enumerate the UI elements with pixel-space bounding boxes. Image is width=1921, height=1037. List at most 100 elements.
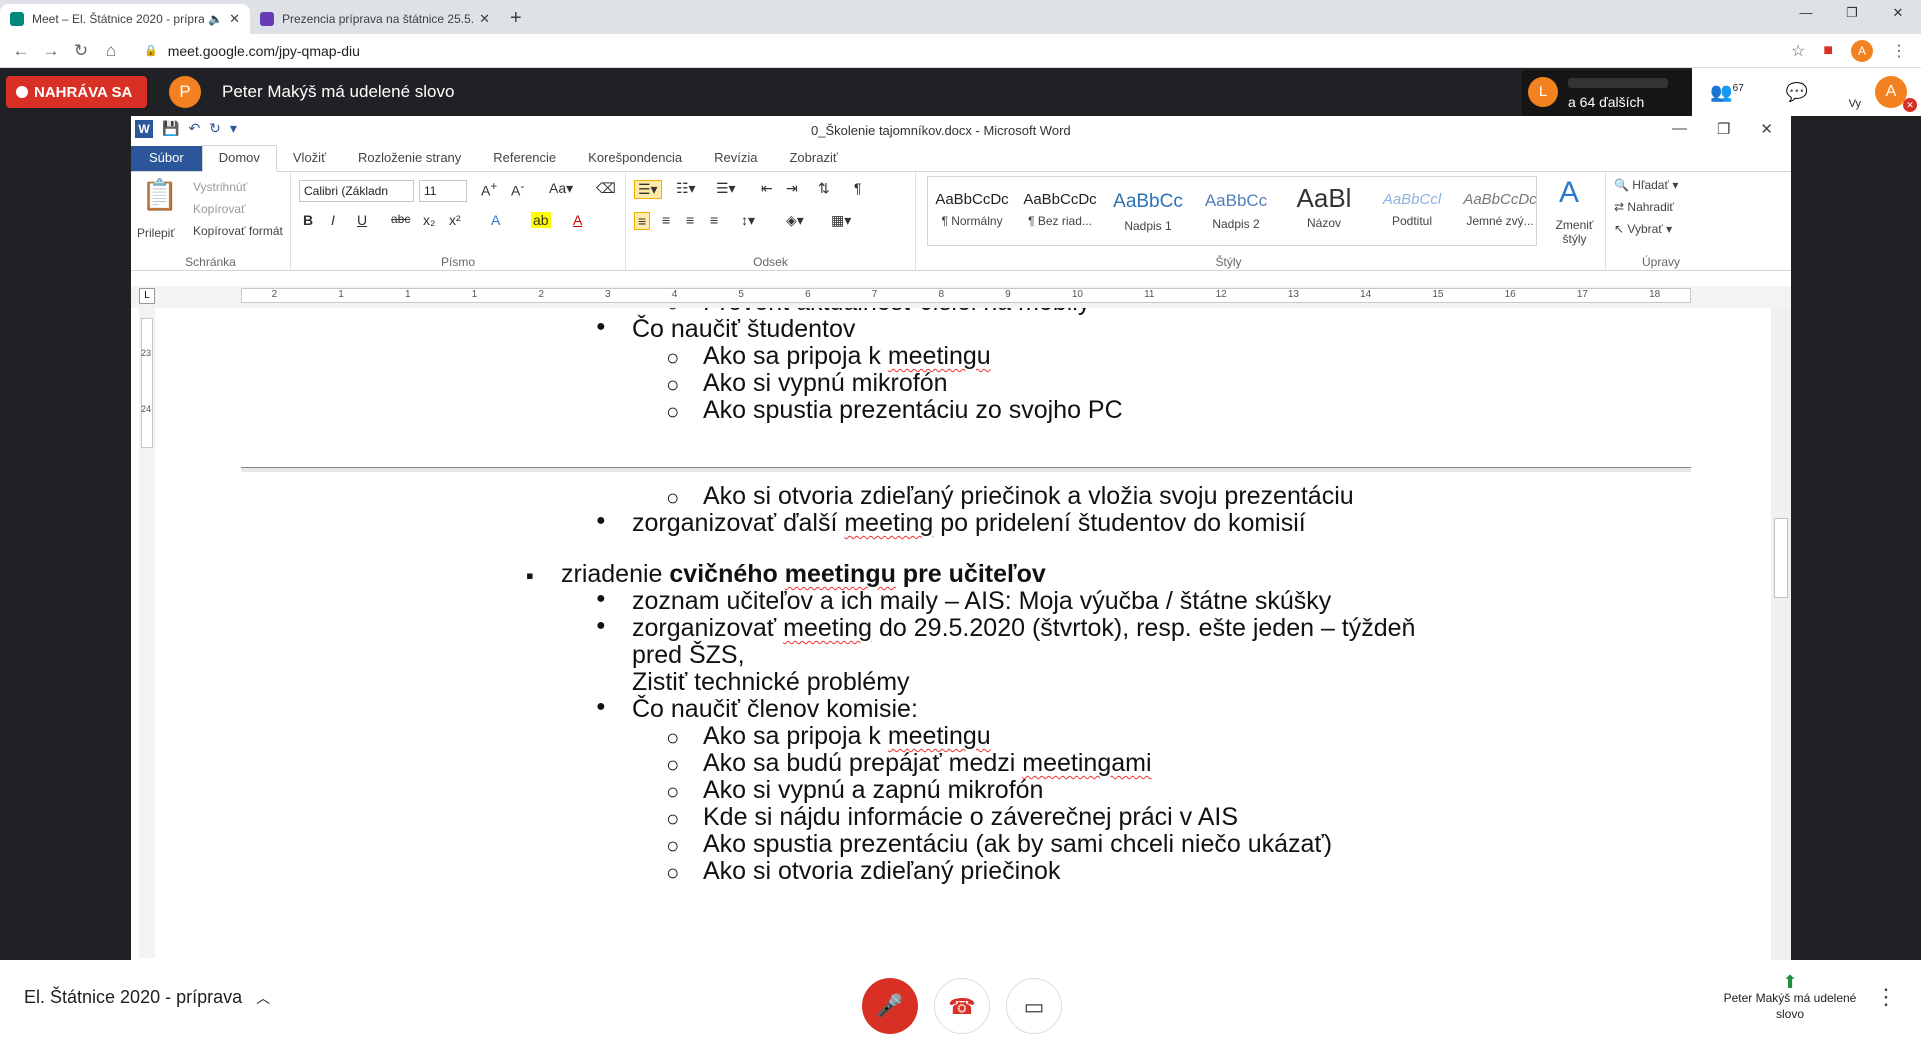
bullets-icon[interactable]: ☰▾ [634,180,662,199]
meeting-details-button[interactable]: El. Štátnice 2020 - príprava ︿ [24,987,270,1008]
close-tab-icon[interactable]: ✕ [229,11,240,27]
list-item[interactable]: Ako si otvoria zdieľaný priečinok [703,857,1060,886]
select-button[interactable]: ↖ Vybrať ▾ [1614,222,1672,236]
hang-up-button[interactable]: ☎ [934,978,990,1034]
style-subtle-emphasis[interactable]: AaBbCcDc Jemné zvý... [1456,177,1544,245]
extension-icon[interactable]: ■ [1823,42,1833,60]
document-page[interactable]: ○Prevent aktuálnosť čísiel na mobily●Čo … [241,308,1691,467]
shrink-font-icon[interactable]: A- [511,180,524,199]
replace-button[interactable]: ⇄ Nahradiť [1614,200,1674,214]
list-item[interactable]: Ako spustia prezentáciu (ak by sami chce… [703,830,1332,859]
borders-icon[interactable]: ▦▾ [831,212,851,229]
style-heading-1[interactable]: AaBbCc Nadpis 1 [1104,177,1192,245]
change-styles-button[interactable]: Zmeniť štýly [1547,218,1602,246]
tab-view[interactable]: Zobraziť [773,146,853,171]
other-participants-tile[interactable]: L a 64 ďalších [1522,70,1692,116]
text-effects-icon[interactable]: A [491,212,500,228]
tab-review[interactable]: Revízia [698,146,773,171]
undo-icon[interactable]: ↶ [188,120,200,138]
list-item[interactable]: zorganizovať ďalší meeting po pridelení … [632,509,1306,538]
back-icon[interactable]: ← [6,41,36,61]
word-restore-icon[interactable]: ❐ [1717,120,1730,138]
list-item[interactable]: Ako sa pripoja k meetingu [703,342,991,371]
show-marks-icon[interactable]: ¶ [854,180,862,196]
browser-tab-forms[interactable]: Prezencia príprava na štátnice 25.5. ✕ [250,4,500,34]
cut-button[interactable]: Vystrihnúť [193,180,247,194]
tab-mailings[interactable]: Korešpondencia [572,146,698,171]
style-normal[interactable]: AaBbCcDc ¶ Normálny [928,177,1016,245]
camera-button[interactable]: ▭ [1006,978,1062,1034]
list-item[interactable]: pred ŠZS, [632,641,745,670]
tab-references[interactable]: Referencie [477,146,572,171]
chat-button[interactable]: 💬 [1762,82,1832,103]
document-area[interactable]: ○Prevent aktuálnosť čísiel na mobily●Čo … [241,308,1691,960]
vertical-scrollbar[interactable] [1771,308,1791,960]
restore-icon[interactable]: ❐ [1829,0,1875,28]
shading-icon[interactable]: ◈▾ [786,212,804,229]
tab-file[interactable]: Súbor [131,146,202,171]
list-item[interactable]: Ako sa pripoja k meetingu [703,722,991,751]
word-minimize-icon[interactable]: — [1672,120,1687,138]
style-heading-2[interactable]: AaBbCc Nadpis 2 [1192,177,1280,245]
style-no-spacing[interactable]: AaBbCcDc ¶ Bez riad... [1016,177,1104,245]
tab-page-layout[interactable]: Rozloženie strany [342,146,477,171]
more-options-icon[interactable]: ⋮ [1875,984,1897,1010]
new-tab-button[interactable]: + [500,4,532,34]
align-right-icon[interactable]: ≡ [686,212,694,228]
strikethrough-icon[interactable]: abc [391,212,410,226]
document-page[interactable]: ○ Ako si otvoria zdieľaný priečinok a vlo… [241,472,1691,960]
decrease-indent-icon[interactable]: ⇤ [761,180,773,197]
redo-icon[interactable]: ↻ [209,120,221,138]
browser-tab-meet[interactable]: Meet – El. Štátnice 2020 - príprava 🔈 ✕ [0,4,250,34]
forward-icon[interactable]: → [36,41,66,61]
sort-icon[interactable]: ⇅ [818,180,830,197]
multilevel-list-icon[interactable]: ☰▾ [716,180,736,197]
customize-qat-icon[interactable]: ▾ [230,120,237,138]
scrollbar-thumb[interactable] [1774,518,1788,598]
mic-off-button[interactable]: 🎤 [862,978,918,1034]
minimize-icon[interactable]: — [1783,0,1829,28]
list-item[interactable]: Ako spustia prezentáciu zo svojho PC [703,396,1123,425]
change-styles-icon[interactable]: A [1559,176,1579,210]
font-color-icon[interactable]: A [573,212,582,228]
list-item[interactable]: Ako si vypnú mikrofón [703,369,948,398]
grow-font-icon[interactable]: A+ [481,180,497,199]
list-item[interactable]: Čo naučiť členov komisie: [632,695,918,724]
italic-icon[interactable]: I [331,212,335,228]
paste-icon[interactable]: 📋 [141,178,178,213]
list-item[interactable]: zriadenie cvičného meetingu pre učiteľov [561,560,1046,589]
list-item[interactable]: zoznam učiteľov a ich maily – AIS: Moja … [632,587,1331,616]
format-painter-button[interactable]: Kopírovať formát [193,224,283,238]
underline-icon[interactable]: U [357,212,367,228]
font-name-field[interactable]: Calibri (Základn [299,180,414,202]
browser-menu-icon[interactable]: ⋮ [1891,41,1907,61]
subscript-icon[interactable]: x₂ [423,212,435,228]
paste-button[interactable]: Prilepiť [137,226,175,240]
profile-avatar[interactable]: A [1851,39,1873,62]
superscript-icon[interactable]: x² [449,212,461,228]
home-icon[interactable]: ⌂ [96,41,126,61]
close-tab-icon[interactable]: ✕ [479,11,490,27]
list-item[interactable]: Zistiť technické problémy [632,668,910,697]
align-left-icon[interactable]: ≡ [634,212,651,230]
bold-icon[interactable]: B [303,212,313,228]
tab-home[interactable]: Domov [201,145,277,172]
bookmark-star-icon[interactable]: ☆ [1791,41,1805,61]
word-close-icon[interactable]: ✕ [1760,120,1773,138]
list-item[interactable]: Kde si nájdu informácie o záverečnej prá… [703,803,1238,832]
tab-selector-icon[interactable]: L [139,288,155,304]
numbering-icon[interactable]: ☷▾ [676,180,696,197]
justify-icon[interactable]: ≡ [710,212,718,228]
url-field[interactable]: 🔒 meet.google.com/jpy-qmap-diu [144,43,1791,59]
find-button[interactable]: 🔍 Hľadať ▾ [1614,178,1678,192]
font-size-field[interactable]: 11 [419,180,467,202]
align-center-icon[interactable]: ≡ [662,212,670,228]
participants-button[interactable]: 👥67 [1692,82,1762,103]
increase-indent-icon[interactable]: ⇥ [786,180,798,197]
tab-insert[interactable]: Vložiť [277,146,342,171]
list-item[interactable]: Ako si otvoria zdieľaný priečinok a vlož… [703,482,1354,511]
highlight-icon[interactable]: ab [531,212,551,228]
save-icon[interactable]: 💾 [162,120,179,138]
line-spacing-icon[interactable]: ↕▾ [741,212,755,229]
list-item[interactable]: Ako si vypnú a zapnú mikrofón [703,776,1043,805]
